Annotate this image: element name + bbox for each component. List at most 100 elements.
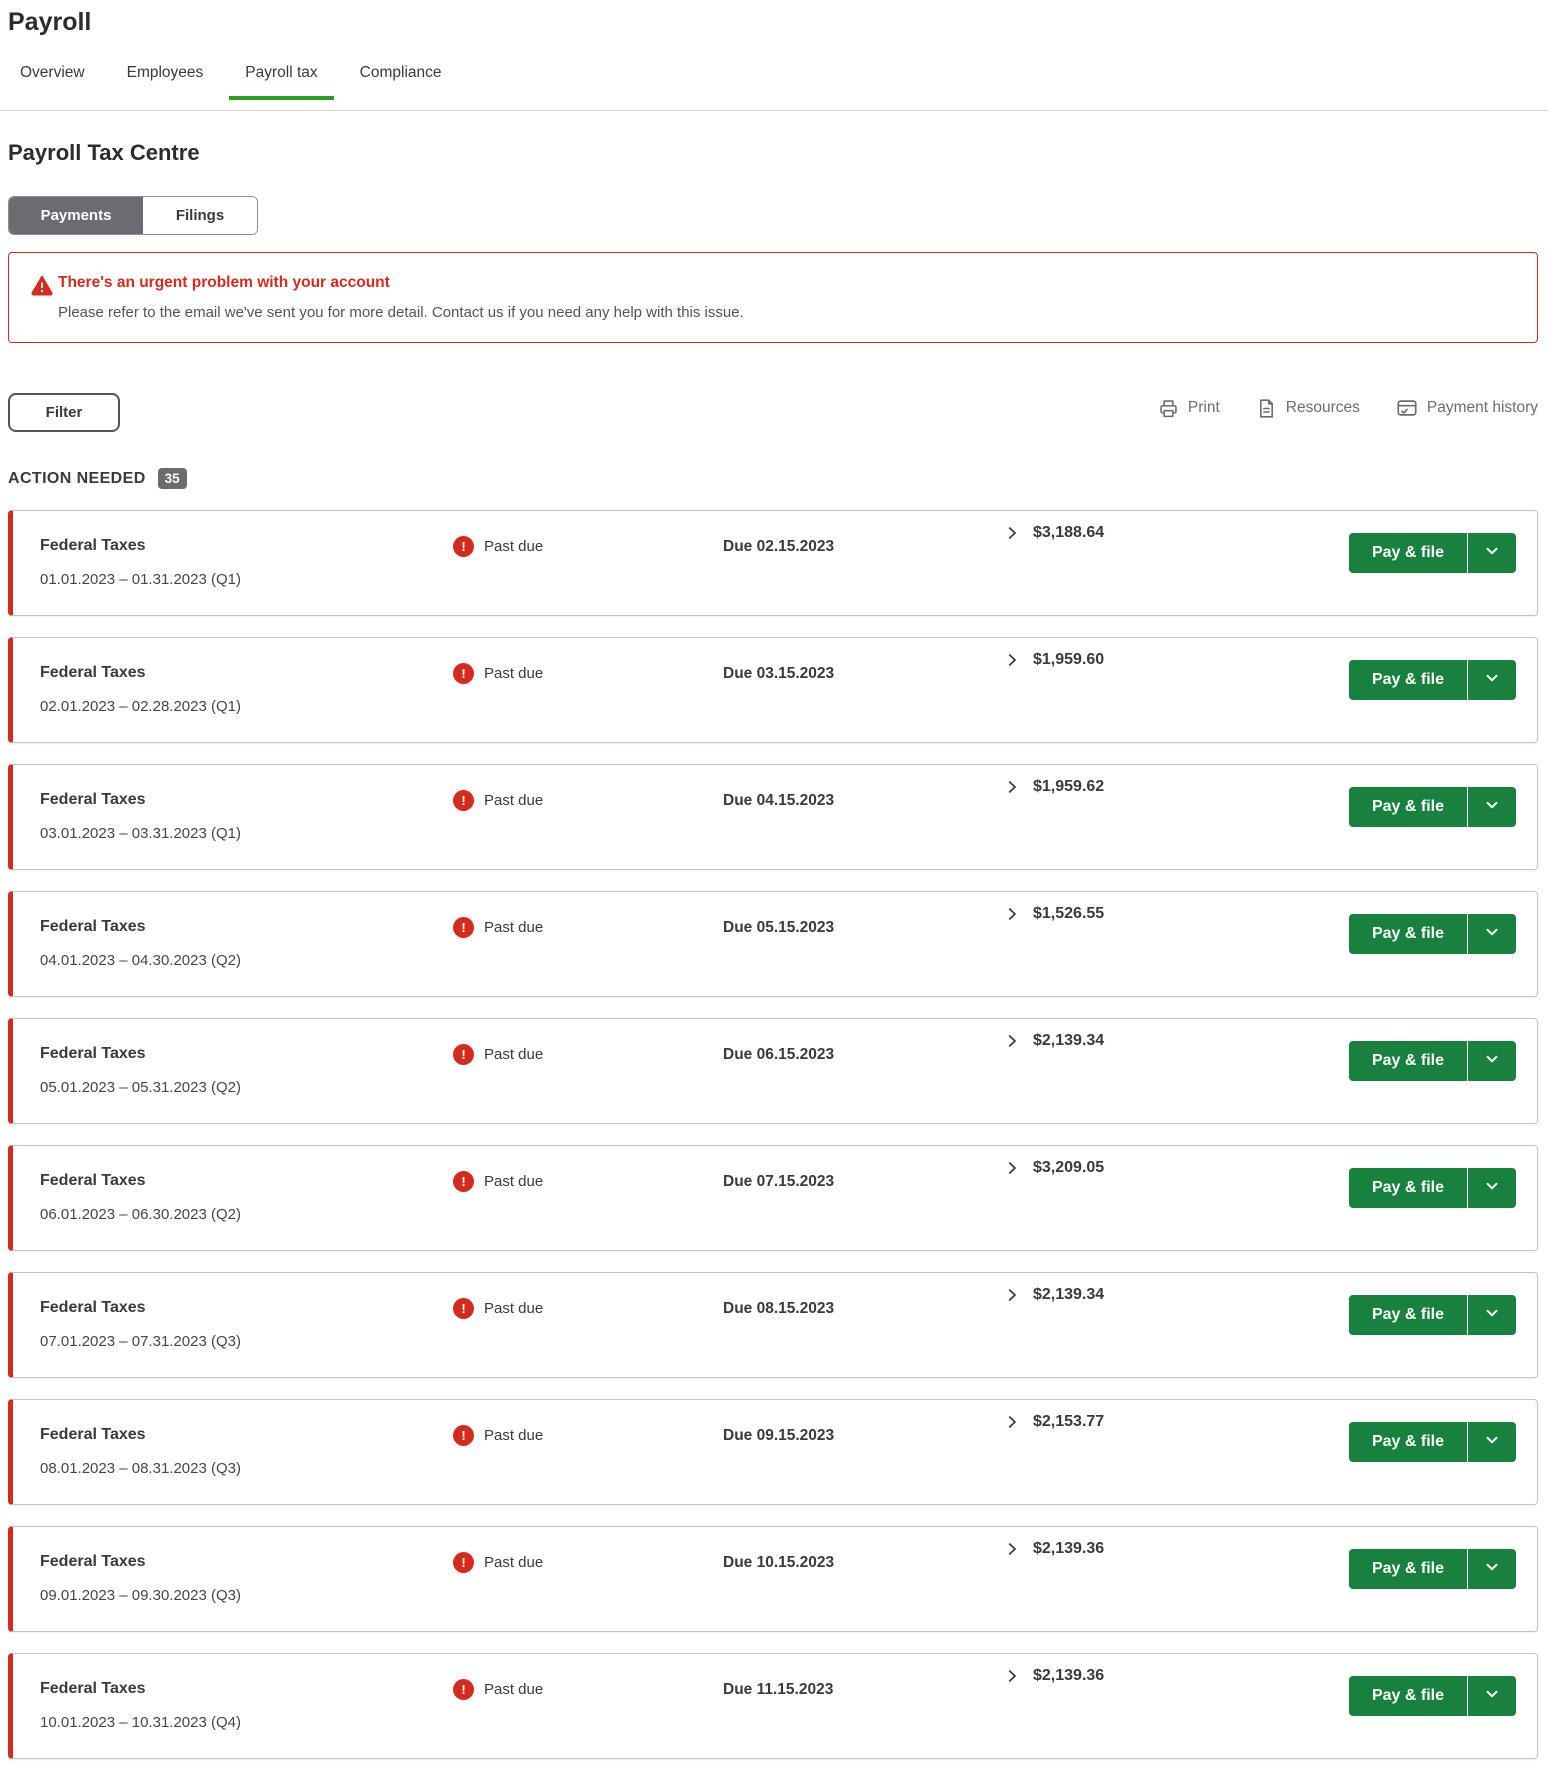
- action-needed-label: ACTION NEEDED: [8, 470, 146, 488]
- tab-compliance[interactable]: Compliance: [344, 64, 458, 100]
- pay-and-file-button[interactable]: Pay & file: [1349, 914, 1467, 954]
- chevron-down-icon: [1483, 1431, 1501, 1454]
- expand-chevron-icon[interactable]: [1003, 1667, 1021, 1685]
- status-label: Past due: [484, 1681, 543, 1698]
- pay-and-file-button[interactable]: Pay & file: [1349, 1676, 1467, 1716]
- past-due-icon: !: [453, 1679, 474, 1700]
- amount-value: $1,526.55: [1033, 905, 1104, 923]
- pay-options-dropdown-button[interactable]: [1467, 1676, 1516, 1716]
- pay-and-file-button[interactable]: Pay & file: [1349, 533, 1467, 573]
- tax-name: Federal Taxes: [40, 664, 146, 682]
- past-due-icon: !: [453, 1552, 474, 1573]
- pay-options-dropdown-button[interactable]: [1467, 1295, 1516, 1335]
- pay-and-file-split-button: Pay & file: [1349, 660, 1516, 700]
- chevron-down-icon: [1483, 669, 1501, 692]
- tax-name: Federal Taxes: [40, 1426, 146, 1444]
- status-label: Past due: [484, 792, 543, 809]
- tab-overview[interactable]: Overview: [4, 64, 101, 100]
- tax-payment-row: Federal Taxes 05.01.2023 – 05.31.2023 (Q…: [8, 1018, 1538, 1124]
- chevron-down-icon: [1483, 923, 1501, 946]
- pay-options-dropdown-button[interactable]: [1467, 914, 1516, 954]
- tax-name: Federal Taxes: [40, 918, 146, 936]
- tax-name: Federal Taxes: [40, 1045, 146, 1063]
- past-due-icon: !: [453, 1298, 474, 1319]
- tax-name: Federal Taxes: [40, 1299, 146, 1317]
- amount-value: $2,139.34: [1033, 1286, 1104, 1304]
- expand-chevron-icon[interactable]: [1003, 524, 1021, 542]
- chevron-down-icon: [1483, 1685, 1501, 1708]
- payment-history-icon: [1396, 397, 1418, 419]
- amount-group: $2,139.36: [1003, 1540, 1104, 1558]
- status-badge: ! Past due: [453, 1044, 543, 1065]
- amount-group: $2,139.36: [1003, 1667, 1104, 1685]
- alert-title: There's an urgent problem with your acco…: [58, 274, 390, 292]
- print-link[interactable]: Print: [1158, 398, 1220, 419]
- pay-options-dropdown-button[interactable]: [1467, 1041, 1516, 1081]
- status-label: Past due: [484, 665, 543, 682]
- toggle-filings[interactable]: Filings: [143, 197, 257, 234]
- pay-and-file-button[interactable]: Pay & file: [1349, 660, 1467, 700]
- due-date: Due 11.15.2023: [723, 1681, 833, 1699]
- status-label: Past due: [484, 1554, 543, 1571]
- resources-link[interactable]: Resources: [1256, 398, 1360, 419]
- tax-period: 09.01.2023 – 09.30.2023 (Q3): [40, 1587, 241, 1604]
- pay-and-file-split-button: Pay & file: [1349, 1041, 1516, 1081]
- due-date: Due 06.15.2023: [723, 1046, 834, 1064]
- status-badge: ! Past due: [453, 1425, 543, 1446]
- pay-and-file-button[interactable]: Pay & file: [1349, 1041, 1467, 1081]
- pay-and-file-button[interactable]: Pay & file: [1349, 1549, 1467, 1589]
- pay-and-file-button[interactable]: Pay & file: [1349, 1422, 1467, 1462]
- pay-and-file-split-button: Pay & file: [1349, 787, 1516, 827]
- print-label: Print: [1188, 399, 1220, 417]
- expand-chevron-icon[interactable]: [1003, 1540, 1021, 1558]
- pay-and-file-button[interactable]: Pay & file: [1349, 1168, 1467, 1208]
- due-date: Due 04.15.2023: [723, 792, 834, 810]
- past-due-icon: !: [453, 917, 474, 938]
- amount-group: $2,139.34: [1003, 1032, 1104, 1050]
- chevron-down-icon: [1483, 1304, 1501, 1327]
- expand-chevron-icon[interactable]: [1003, 905, 1021, 923]
- status-badge: ! Past due: [453, 536, 543, 557]
- tax-period: 03.01.2023 – 03.31.2023 (Q1): [40, 825, 241, 842]
- pay-and-file-button[interactable]: Pay & file: [1349, 787, 1467, 827]
- tab-payroll-tax[interactable]: Payroll tax: [229, 64, 333, 100]
- due-date: Due 07.15.2023: [723, 1173, 834, 1191]
- pay-options-dropdown-button[interactable]: [1467, 787, 1516, 827]
- payment-history-link[interactable]: Payment history: [1396, 397, 1538, 419]
- expand-chevron-icon[interactable]: [1003, 1286, 1021, 1304]
- action-needed-count-badge: 35: [158, 468, 187, 489]
- status-badge: ! Past due: [453, 1171, 543, 1192]
- toggle-payments[interactable]: Payments: [9, 197, 143, 234]
- expand-chevron-icon[interactable]: [1003, 778, 1021, 796]
- expand-chevron-icon[interactable]: [1003, 1159, 1021, 1177]
- status-badge: ! Past due: [453, 917, 543, 938]
- alert-body: Please refer to the email we've sent you…: [58, 304, 744, 321]
- pay-options-dropdown-button[interactable]: [1467, 1549, 1516, 1589]
- tax-payment-row: Federal Taxes 04.01.2023 – 04.30.2023 (Q…: [8, 891, 1538, 997]
- tax-name: Federal Taxes: [40, 537, 146, 555]
- pay-options-dropdown-button[interactable]: [1467, 660, 1516, 700]
- filter-button[interactable]: Filter: [8, 393, 120, 432]
- pay-options-dropdown-button[interactable]: [1467, 1422, 1516, 1462]
- pay-options-dropdown-button[interactable]: [1467, 533, 1516, 573]
- expand-chevron-icon[interactable]: [1003, 1032, 1021, 1050]
- past-due-icon: !: [453, 1044, 474, 1065]
- page-title: Payroll: [8, 8, 91, 37]
- pay-options-dropdown-button[interactable]: [1467, 1168, 1516, 1208]
- tax-period: 02.01.2023 – 02.28.2023 (Q1): [40, 698, 241, 715]
- expand-chevron-icon[interactable]: [1003, 651, 1021, 669]
- status-label: Past due: [484, 919, 543, 936]
- tab-divider: [0, 110, 1548, 111]
- warning-triangle-icon: [31, 274, 53, 301]
- tab-employees[interactable]: Employees: [111, 64, 220, 100]
- tax-name: Federal Taxes: [40, 1553, 146, 1571]
- toolbar-links: Print Resources Payment history: [1158, 397, 1538, 419]
- due-date: Due 02.15.2023: [723, 538, 834, 556]
- status-badge: ! Past due: [453, 1679, 543, 1700]
- tax-payment-row: Federal Taxes 08.01.2023 – 08.31.2023 (Q…: [8, 1399, 1538, 1505]
- amount-group: $1,959.60: [1003, 651, 1104, 669]
- section-title: Payroll Tax Centre: [8, 140, 200, 166]
- pay-and-file-button[interactable]: Pay & file: [1349, 1295, 1467, 1335]
- expand-chevron-icon[interactable]: [1003, 1413, 1021, 1431]
- pay-and-file-split-button: Pay & file: [1349, 533, 1516, 573]
